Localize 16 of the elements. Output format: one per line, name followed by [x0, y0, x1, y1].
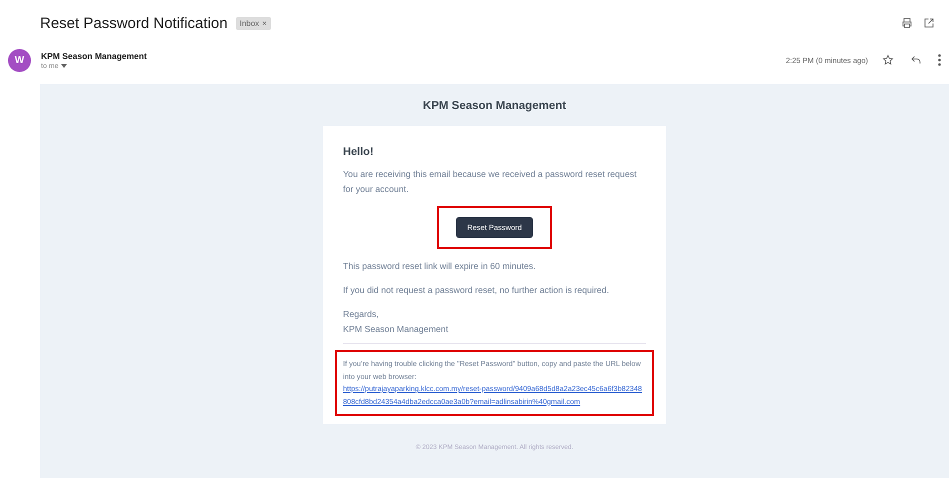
star-icon[interactable] — [882, 54, 894, 66]
greeting: Hello! — [343, 146, 375, 158]
more-icon[interactable] — [938, 54, 941, 66]
body-text: If you did not request a password reset, no further action is required. — [343, 284, 610, 297]
reply-icon[interactable] — [910, 54, 922, 66]
email-subject: Reset Password Notification — [40, 14, 228, 32]
brand-heading: KPM Season Management — [422, 100, 566, 112]
inbox-label[interactable]: Inbox × — [236, 16, 271, 30]
caret-icon[interactable] — [60, 64, 67, 68]
intro-text: You are receiving this email because we received a password reset request for your account. — [343, 168, 638, 196]
signoff-text: Regards, KPM Season Management — [343, 308, 450, 336]
print-icon[interactable] — [901, 17, 913, 29]
sender-name: KPM Season Management — [41, 50, 147, 60]
new-window-icon[interactable] — [923, 17, 935, 29]
sender-avatar: W — [8, 48, 31, 72]
body-text: This password reset link will expire in 60 minutes. — [343, 260, 537, 273]
